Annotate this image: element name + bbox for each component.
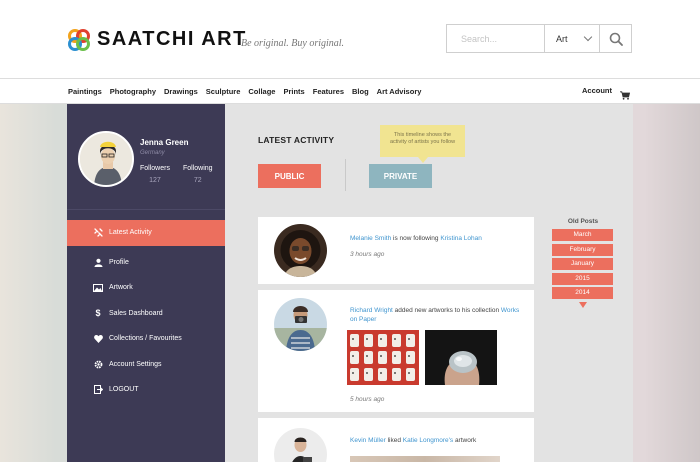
user-avatar[interactable] [274, 298, 327, 351]
category-select[interactable]: Art [545, 25, 600, 52]
target-link[interactable]: Kristina Lohan [440, 235, 482, 242]
nav-collage[interactable]: Collage [248, 87, 275, 96]
logo-text: SAATCHI ART [97, 28, 247, 50]
activity-icon [93, 228, 103, 238]
sidebar-item-artwork[interactable]: Artwork [67, 275, 225, 301]
nav-prints[interactable]: Prints [283, 87, 304, 96]
old-post-january[interactable]: January [552, 258, 613, 270]
sidebar-item-latest-activity[interactable]: Latest Activity [67, 220, 239, 246]
nav-art-advisory[interactable]: Art Advisory [377, 87, 422, 96]
sidebar-item-collections[interactable]: Collections / Favourites [67, 326, 225, 352]
nav-links: Paintings Photography Drawings Sculpture… [68, 79, 429, 103]
nav-features[interactable]: Features [313, 87, 344, 96]
sidebar-item-profile[interactable]: Profile [67, 250, 225, 276]
artwork-thumbnail[interactable] [350, 456, 500, 462]
cart-button[interactable] [620, 87, 631, 105]
following-count: 72 [193, 177, 202, 184]
actor-link[interactable]: Richard Wright [350, 307, 393, 314]
actor-link[interactable]: Kevin Müller [350, 437, 386, 444]
sidebar-divider [67, 209, 225, 210]
old-posts: Old Posts March February January 2015 20… [552, 218, 614, 308]
target-link[interactable]: Katie Longmore's [403, 437, 453, 444]
sidebar-item-label: Collections / Favourites [109, 335, 182, 343]
followers-stat[interactable]: Followers 127 [140, 165, 170, 184]
sidebar-item-label: Artwork [109, 284, 133, 292]
followers-label: Followers [140, 165, 170, 172]
sidebar-item-label: LOGOUT [109, 386, 139, 394]
timeline-tooltip: This timeline shows the activity of arti… [380, 125, 465, 163]
button-divider [345, 159, 346, 191]
search-box: Art [446, 24, 632, 53]
activity-card: Richard Wright added new artworks to his… [258, 290, 534, 412]
followers-count: 127 [149, 177, 161, 184]
user-avatar[interactable] [274, 428, 327, 462]
activity-time: 3 hours ago [350, 251, 385, 258]
main-nav: Paintings Photography Drawings Sculpture… [0, 78, 700, 104]
sidebar-item-label: Profile [109, 258, 129, 266]
nav-sculpture[interactable]: Sculpture [206, 87, 241, 96]
activity-action: added new artworks to his collection [392, 307, 501, 314]
sidebar-item-label: Latest Activity [109, 229, 152, 237]
public-button[interactable]: PUBLIC [258, 164, 321, 188]
activity-card: Kevin Müller liked Katie Longmore's artw… [258, 418, 534, 462]
user-avatar[interactable] [274, 224, 327, 277]
old-post-march[interactable]: March [552, 229, 613, 241]
page-title: LATEST ACTIVITY [258, 135, 335, 145]
sidebar-item-label: Sales Dashboard [109, 309, 163, 317]
old-post-2015[interactable]: 2015 [552, 272, 613, 285]
sidebar-item-logout[interactable]: LOGOUT [67, 377, 225, 403]
activity-text: Richard Wright added new artworks to his… [350, 306, 520, 325]
artwork-thumbnail[interactable] [425, 330, 497, 385]
old-post-2014[interactable]: 2014 [552, 287, 613, 299]
logout-icon [93, 385, 103, 395]
image-icon [93, 283, 103, 293]
gear-icon [93, 359, 103, 369]
sidebar-item-sales-dashboard[interactable]: $ Sales Dashboard [67, 301, 225, 327]
tagline: Be original. Buy original. [241, 38, 345, 49]
profile-location: Germany [140, 150, 165, 156]
actor-link[interactable]: Melanie Smith [350, 235, 391, 242]
account-link[interactable]: Account [582, 86, 612, 95]
activity-action: liked [385, 437, 403, 444]
nav-blog[interactable]: Blog [352, 87, 369, 96]
nav-drawings[interactable]: Drawings [164, 87, 198, 96]
following-label: Following [183, 165, 213, 172]
activity-action: is now following [391, 235, 441, 242]
activity-card: Melanie Smith is now following Kristina … [258, 217, 534, 284]
profile-name: Jenna Green [140, 138, 189, 147]
nav-paintings[interactable]: Paintings [68, 87, 102, 96]
sidebar-menu: Latest Activity Profile Artwork $ Sales … [67, 220, 239, 403]
search-input[interactable] [447, 25, 545, 52]
logo-mark-icon [68, 28, 90, 51]
sidebar-item-account-settings[interactable]: Account Settings [67, 352, 225, 378]
heart-icon [93, 334, 103, 344]
activity-time: 5 hours ago [350, 396, 385, 403]
activity-suffix: artwork [453, 437, 477, 444]
site-header: SAATCHI ART Be original. Buy original. A… [0, 0, 700, 78]
dollar-icon: $ [95, 308, 101, 319]
artwork-thumbnail[interactable] [347, 330, 419, 385]
old-posts-title: Old Posts [567, 218, 599, 225]
old-post-february[interactable]: February [552, 243, 613, 256]
search-button[interactable] [600, 25, 631, 52]
activity-text: Melanie Smith is now following Kristina … [350, 234, 482, 243]
nav-photography[interactable]: Photography [110, 87, 156, 96]
private-button[interactable]: PRIVATE [369, 164, 432, 188]
chevron-down-icon [583, 32, 593, 42]
arrow-down-icon[interactable] [579, 301, 587, 308]
sidebar-item-label: Account Settings [109, 360, 162, 368]
category-select-value: Art [556, 33, 568, 44]
following-stat[interactable]: Following 72 [183, 165, 213, 184]
profile-sidebar: Jenna Green Germany Followers 127 Follow… [67, 104, 239, 462]
user-icon [93, 257, 103, 267]
cart-icon [620, 91, 631, 100]
search-icon [609, 32, 623, 46]
profile-avatar[interactable] [78, 131, 134, 187]
activity-text: Kevin Müller liked Katie Longmore's artw… [350, 436, 476, 445]
logo[interactable]: SAATCHI ART [68, 28, 247, 51]
